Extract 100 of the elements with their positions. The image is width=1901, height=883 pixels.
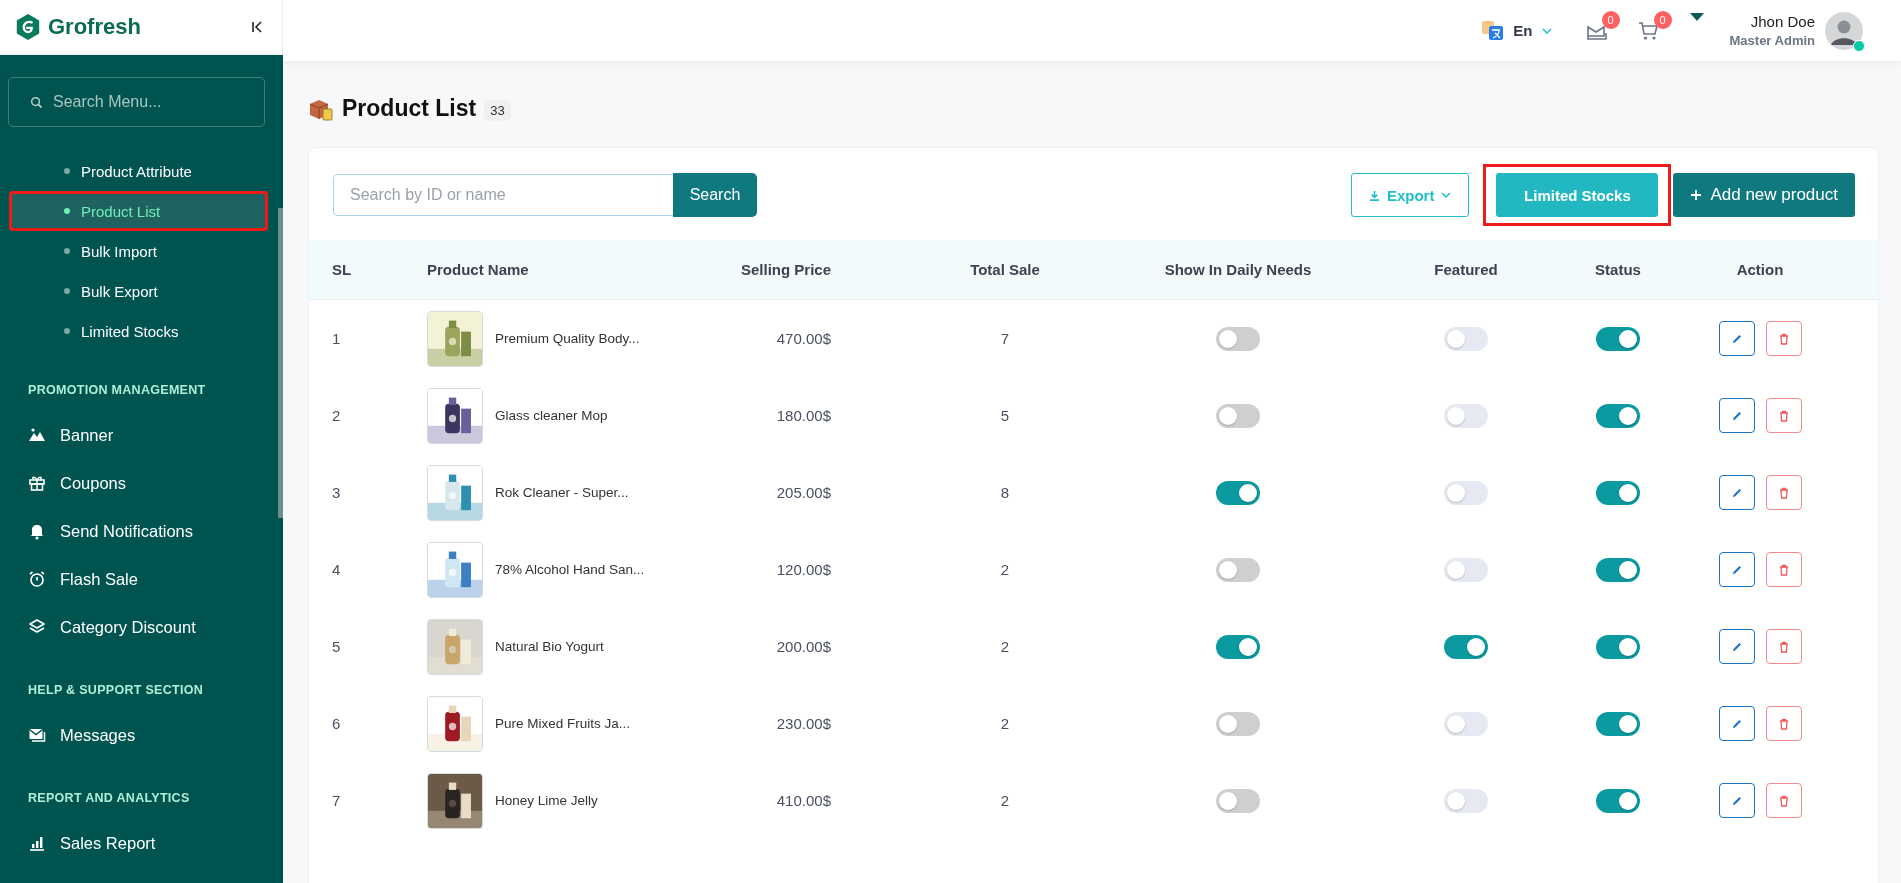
gift-icon xyxy=(28,474,46,492)
item-label: Coupons xyxy=(60,473,127,493)
table-cell-text: 2 xyxy=(331,407,342,424)
search-field[interactable]: Search by ID or name xyxy=(333,173,673,216)
table-cell-text: 3 xyxy=(331,484,342,501)
edit-button[interactable] xyxy=(1718,783,1755,818)
delete-button[interactable] xyxy=(1765,706,1802,741)
pencil-icon xyxy=(1730,409,1743,422)
toggle-switch[interactable] xyxy=(1216,326,1260,351)
table-cell-text: 5 xyxy=(331,638,342,655)
delete-button[interactable] xyxy=(1765,552,1802,587)
toggle-switch[interactable] xyxy=(1444,403,1488,428)
toggle-switch[interactable] xyxy=(1216,403,1260,428)
toggle-switch[interactable] xyxy=(1444,634,1488,659)
cart-icon[interactable] xyxy=(1637,20,1660,41)
edit-button[interactable] xyxy=(1718,398,1755,433)
delete-button[interactable] xyxy=(1765,475,1802,510)
column-header: Selling Price xyxy=(739,261,832,278)
menu-search-field[interactable]: Search Menu... xyxy=(8,77,265,127)
table-cell-text: 8 xyxy=(999,484,1011,501)
toggle-switch[interactable] xyxy=(1444,788,1488,813)
trash-icon xyxy=(1777,640,1790,653)
toggle-switch[interactable] xyxy=(1216,634,1260,659)
bullet-icon xyxy=(64,168,70,174)
sidebar-item[interactable]: Banner xyxy=(0,411,276,459)
table-cell-text: 410.00$ xyxy=(775,792,832,809)
sidebar-item[interactable]: Send Notifications xyxy=(0,507,276,555)
pencil-icon xyxy=(1730,794,1743,807)
toggle-switch[interactable] xyxy=(1444,326,1488,351)
search-button[interactable]: Search xyxy=(673,172,757,217)
product-name: Glass cleaner Mop xyxy=(495,408,608,423)
sidebar-item[interactable]: Bulk Import xyxy=(9,231,268,271)
sidebar-item[interactable]: Coupons xyxy=(0,459,276,507)
sidebar-item[interactable]: Category Discount xyxy=(0,603,276,651)
edit-button[interactable] xyxy=(1718,552,1755,587)
collapse-icon[interactable] xyxy=(250,20,264,34)
delete-button[interactable] xyxy=(1765,629,1802,664)
translate-icon xyxy=(1482,20,1505,41)
product-name: Pure Mixed Fruits Ja... xyxy=(495,716,631,731)
edit-button[interactable] xyxy=(1718,706,1755,741)
section-heading: PROMOTION MANAGEMENT xyxy=(27,382,207,399)
product-name: Natural Bio Yogurt xyxy=(495,639,604,654)
edit-button[interactable] xyxy=(1718,475,1755,510)
sidebar-item[interactable]: Limited Stocks xyxy=(9,311,268,351)
delete-button[interactable] xyxy=(1765,321,1802,356)
table-cell-text: 2 xyxy=(999,561,1011,578)
item-label: Category Discount xyxy=(60,617,196,637)
column-header: Product Name xyxy=(427,261,530,278)
edit-button[interactable] xyxy=(1718,629,1755,664)
toggle-switch[interactable] xyxy=(1444,480,1488,505)
table-cell-text: 4 xyxy=(331,561,342,578)
toggle-switch[interactable] xyxy=(1216,711,1260,736)
bell-icon xyxy=(28,522,46,540)
pencil-icon xyxy=(1730,717,1743,730)
toggle-switch[interactable] xyxy=(1444,711,1488,736)
toggle-switch[interactable] xyxy=(1216,480,1260,505)
sidebar-item[interactable]: Product Attribute xyxy=(9,151,268,191)
trash-icon xyxy=(1777,332,1790,345)
language-selector[interactable]: En xyxy=(1482,20,1552,41)
edit-button[interactable] xyxy=(1718,321,1755,356)
toggle-switch[interactable] xyxy=(1596,403,1640,428)
sidebar-item[interactable]: Bulk Export xyxy=(9,271,268,311)
toggle-switch[interactable] xyxy=(1216,557,1260,582)
bullet-icon xyxy=(64,288,70,294)
user-role: Master Admin xyxy=(1729,33,1815,48)
alarm-clock-icon xyxy=(28,570,46,588)
trash-icon xyxy=(1777,717,1790,730)
item-label: Messages xyxy=(60,725,136,745)
table-cell-text: 6 xyxy=(331,715,342,732)
pencil-icon xyxy=(1730,332,1743,345)
table-cell-text: 2 xyxy=(999,638,1011,655)
sidebar-item[interactable]: Sales Report xyxy=(0,819,276,867)
toggle-switch[interactable] xyxy=(1596,634,1640,659)
toggle-switch[interactable] xyxy=(1444,557,1488,582)
add-product-button[interactable]: Add new product xyxy=(1673,173,1855,217)
column-header: Featured xyxy=(1433,261,1499,278)
toggle-switch[interactable] xyxy=(1596,480,1640,505)
search-icon xyxy=(30,96,43,109)
sidebar-item[interactable]: Product List xyxy=(9,191,268,231)
product-name: 78% Alcohol Hand San... xyxy=(495,562,645,577)
toggle-switch[interactable] xyxy=(1596,711,1640,736)
table-cell-text: 7 xyxy=(999,330,1011,347)
delete-button[interactable] xyxy=(1765,783,1802,818)
pencil-icon xyxy=(1730,563,1743,576)
toggle-switch[interactable] xyxy=(1596,788,1640,813)
trash-icon xyxy=(1777,409,1790,422)
count-badge: 0 xyxy=(1653,10,1672,29)
toggle-switch[interactable] xyxy=(1596,557,1640,582)
bullet-icon xyxy=(64,328,70,334)
caret-icon[interactable] xyxy=(1689,13,1704,21)
avatar-icon[interactable] xyxy=(1825,11,1863,50)
toggle-switch[interactable] xyxy=(1596,326,1640,351)
sidebar-item[interactable]: Messages xyxy=(0,711,276,759)
bullet-icon xyxy=(64,248,70,254)
sidebar-item[interactable]: Flash Sale xyxy=(0,555,276,603)
scrollbar[interactable] xyxy=(278,208,283,518)
chevron-down-icon xyxy=(1441,192,1452,198)
delete-button[interactable] xyxy=(1765,398,1802,433)
toggle-switch[interactable] xyxy=(1216,788,1260,813)
product-name: Premium Quality Body... xyxy=(495,331,640,346)
